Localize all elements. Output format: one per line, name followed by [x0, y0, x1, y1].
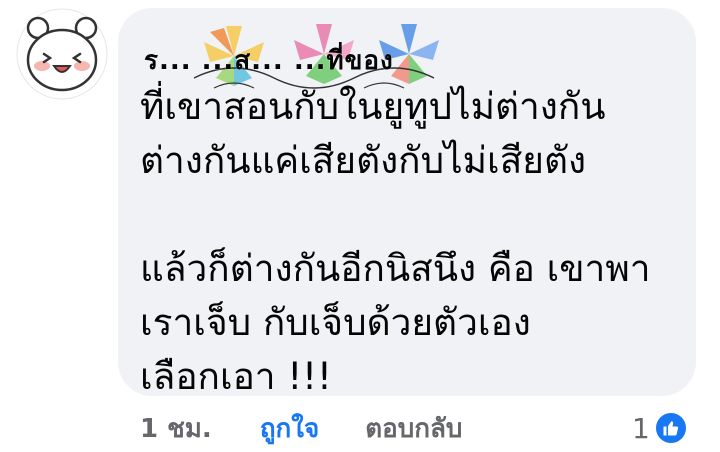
- comment-actions: 1 ชม. ถูกใจ ตอบกลับ: [140, 408, 462, 448]
- reply-button[interactable]: ตอบกลับ: [365, 408, 462, 449]
- avatar[interactable]: [16, 8, 108, 100]
- like-button[interactable]: ถูกใจ: [260, 408, 319, 449]
- comment-bubble: ร... ...ส... ...ที่ของ ที่เขาสอนกับในยูท…: [118, 8, 696, 398]
- reaction-summary[interactable]: 1: [632, 408, 688, 448]
- comment-text: ที่เขาสอนกับในยูทูปไม่ต่างกัน ต่างกันแค่…: [140, 85, 651, 398]
- cartoon-bear-avatar-icon: [16, 8, 108, 100]
- comment-timestamp[interactable]: 1 ชม.: [140, 408, 212, 449]
- reaction-count: 1: [632, 411, 650, 445]
- thumbs-up-icon: [653, 411, 688, 445]
- comment-author-name[interactable]: ร... ...ส... ...ที่ของ: [144, 40, 394, 81]
